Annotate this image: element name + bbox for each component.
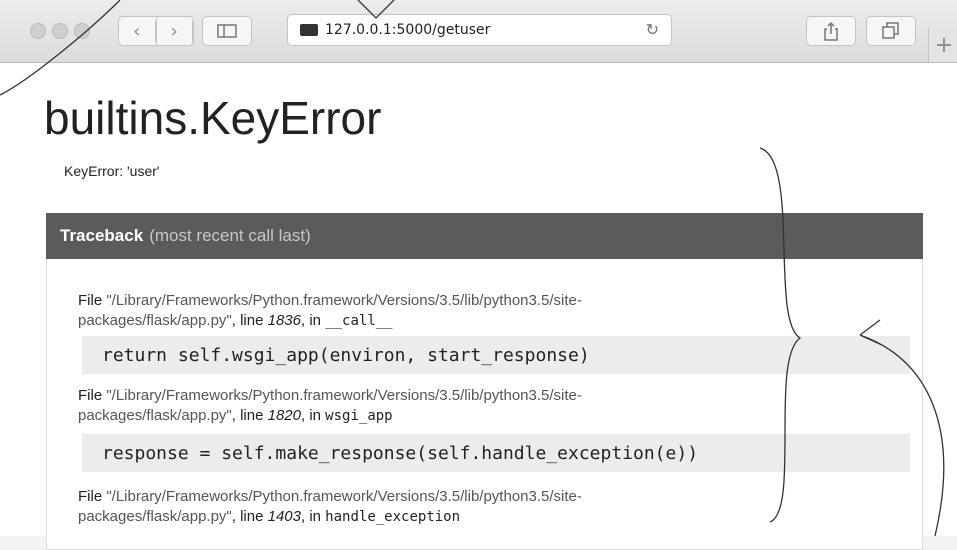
traceback-frame: File "/Library/Frameworks/Python.framewo… <box>78 291 582 331</box>
function-name: __call__ <box>325 313 393 329</box>
traceback-frame: File "/Library/Frameworks/Python.framewo… <box>78 487 582 527</box>
traceback-header: Traceback (most recent call last) <box>46 213 923 259</box>
line-label: , line <box>231 407 264 424</box>
file-path-cont: packages/flask/app.py" <box>78 407 232 424</box>
chevron-left-icon: ‹ <box>119 20 156 42</box>
line-number: 1403 <box>267 508 301 525</box>
traceback-frame: File "/Library/Frameworks/Python.framewo… <box>78 386 582 426</box>
file-path: "/Library/Frameworks/Python.framework/Ve… <box>106 387 582 404</box>
back-button[interactable]: ‹ <box>119 17 157 45</box>
in-label: , in <box>300 312 321 329</box>
tabs-icon <box>882 22 899 39</box>
code-line[interactable]: return self.wsgi_app(environ, start_resp… <box>82 336 910 374</box>
line-label: , line <box>231 312 264 329</box>
file-label: File <box>78 292 103 309</box>
file-path: "/Library/Frameworks/Python.framework/Ve… <box>106 292 582 309</box>
line-number: 1836 <box>267 312 301 329</box>
code-line[interactable]: response = self.make_response(self.handl… <box>82 434 910 472</box>
code-text: return self.wsgi_app(environ, start_resp… <box>102 344 590 366</box>
sidebar-button[interactable] <box>202 16 252 46</box>
function-name: wsgi_app <box>325 408 393 424</box>
sidebar-icon <box>217 24 237 38</box>
file-path-cont: packages/flask/app.py" <box>78 312 232 329</box>
error-message: KeyError: 'user' <box>64 163 160 179</box>
nav-buttons: ‹ › <box>118 16 194 46</box>
browser-toolbar: ‹ › 127.0.0.1:5000/getuser ↻ + <box>0 0 957 63</box>
traceback-title: Traceback <box>60 226 144 245</box>
share-button[interactable] <box>806 16 856 46</box>
file-path: "/Library/Frameworks/Python.framework/Ve… <box>106 488 582 505</box>
new-tab-button[interactable]: + <box>928 28 957 62</box>
tabs-overview-button[interactable] <box>866 16 916 46</box>
in-label: , in <box>300 508 321 525</box>
share-icon <box>824 21 838 41</box>
minimize-window-dot[interactable] <box>52 23 68 39</box>
page-title: builtins.KeyError <box>44 92 382 144</box>
terminal-favicon-icon <box>300 24 318 36</box>
traceback-note: (most recent call last) <box>149 226 311 245</box>
chevron-right-icon: › <box>157 20 193 42</box>
plus-icon: + <box>934 32 954 58</box>
url-text: 127.0.0.1:5000/getuser <box>325 22 491 38</box>
file-label: File <box>78 387 103 404</box>
function-name: handle_exception <box>325 509 461 525</box>
code-text: response = self.make_response(self.handl… <box>102 442 699 464</box>
file-label: File <box>78 488 103 505</box>
reload-icon[interactable]: ↻ <box>646 20 659 39</box>
address-bar[interactable]: 127.0.0.1:5000/getuser ↻ <box>287 14 672 46</box>
file-path-cont: packages/flask/app.py" <box>78 508 232 525</box>
forward-button[interactable]: › <box>157 17 193 45</box>
zoom-window-dot[interactable] <box>74 23 90 39</box>
close-window-dot[interactable] <box>30 23 46 39</box>
in-label: , in <box>300 407 321 424</box>
line-number: 1820 <box>267 407 301 424</box>
line-label: , line <box>231 508 264 525</box>
